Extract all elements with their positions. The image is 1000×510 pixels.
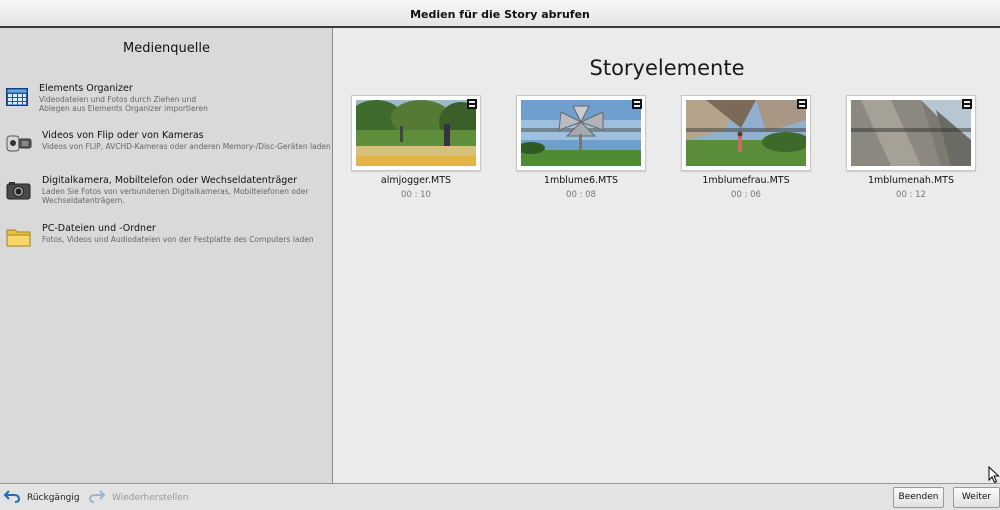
source-title: Videos von Flip oder von Kameras <box>42 130 204 141</box>
thumbnail-frame <box>351 95 481 171</box>
source-description: Laden Sie Fotos von verbundenen Digitalk… <box>42 187 309 205</box>
flower-sculpture-thumbnail <box>521 100 641 166</box>
sculpture-closeup-thumbnail <box>851 100 971 166</box>
source-title: PC-Dateien und -Ordner <box>42 223 156 234</box>
media-item[interactable]: 1mblumenah.MTS 00 : 12 <box>846 95 976 205</box>
film-icon <box>962 99 972 109</box>
bottom-toolbar: Rückgängig Wiederherstellen Beenden Weit… <box>0 483 1000 510</box>
media-item-name: 1mblumenah.MTS <box>867 175 954 186</box>
film-icon <box>467 99 477 109</box>
source-flip-cameras[interactable]: Videos von Flip oder von Kameras Videos … <box>0 126 332 162</box>
media-item[interactable]: almjogger.MTS 00 : 10 <box>351 95 481 205</box>
redo-button[interactable]: Wiederherstellen <box>88 489 188 507</box>
thumbnail-frame <box>846 95 976 171</box>
media-item-duration: 00 : 12 <box>896 190 926 200</box>
flip-camera-icon <box>6 133 32 157</box>
media-item-name: 1mblumefrau.MTS <box>702 175 790 186</box>
source-title: Digitalkamera, Mobiltelefon oder Wechsel… <box>42 175 298 186</box>
thumbnail-frame <box>681 95 811 171</box>
source-description: Videos von FLIP, AVCHD-Kameras oder ande… <box>42 142 331 151</box>
media-item-duration: 00 : 06 <box>731 190 761 200</box>
finish-button[interactable]: Beenden <box>893 487 944 508</box>
organizer-grid-icon <box>6 88 28 110</box>
park-jogger-thumbnail <box>356 100 476 166</box>
sculpture-woman-thumbnail <box>686 100 806 166</box>
title-bar: Medien für die Story abrufen <box>0 0 1000 28</box>
media-item-duration: 00 : 08 <box>566 190 596 200</box>
media-item-duration: 00 : 10 <box>401 190 431 200</box>
media-source-heading: Medienquelle <box>122 41 211 56</box>
redo-icon <box>88 488 106 508</box>
source-description: Videodateien und Fotos durch Ziehen und … <box>39 95 208 113</box>
undo-button[interactable]: Rückgängig <box>3 489 80 507</box>
media-source-panel: Medienquelle Elements Organizer Videodat… <box>0 28 333 483</box>
media-item-name: almjogger.MTS <box>380 175 452 186</box>
next-button[interactable]: Weiter <box>953 487 1000 508</box>
film-icon <box>632 99 642 109</box>
film-icon <box>797 99 807 109</box>
window-title: Medien für die Story abrufen <box>410 8 590 21</box>
thumbnail-frame <box>516 95 646 171</box>
mouse-pointer-icon <box>988 465 1000 488</box>
story-elements-panel: Storyelemente almjogger.MTS 00: 10 1mbl… <box>334 28 1000 483</box>
source-title: Elements Organizer <box>39 83 133 94</box>
undo-icon <box>3 488 21 508</box>
story-elements-heading: Storyelemente <box>589 56 745 80</box>
media-item[interactable]: 1mblume6.MTS 00 : 08 <box>516 95 646 205</box>
undo-label: Rückgängig <box>27 493 80 503</box>
photo-camera-icon <box>6 180 32 204</box>
media-item[interactable]: 1mblumefrau.MTS 00 : 06 <box>681 95 811 205</box>
folder-icon <box>6 227 32 251</box>
source-pc-files[interactable]: PC-Dateien und -Ordner Fotos, Videos und… <box>0 220 332 254</box>
redo-label: Wiederherstellen <box>112 493 189 503</box>
source-description: Fotos, Videos und Audiodateien von der F… <box>42 235 314 244</box>
media-item-name: 1mblume6.MTS <box>543 175 619 186</box>
source-digital-camera[interactable]: Digitalkamera, Mobiltelefon oder Wechsel… <box>0 172 332 214</box>
source-elements-organizer[interactable]: Elements Organizer Videodateien und Foto… <box>0 80 332 120</box>
